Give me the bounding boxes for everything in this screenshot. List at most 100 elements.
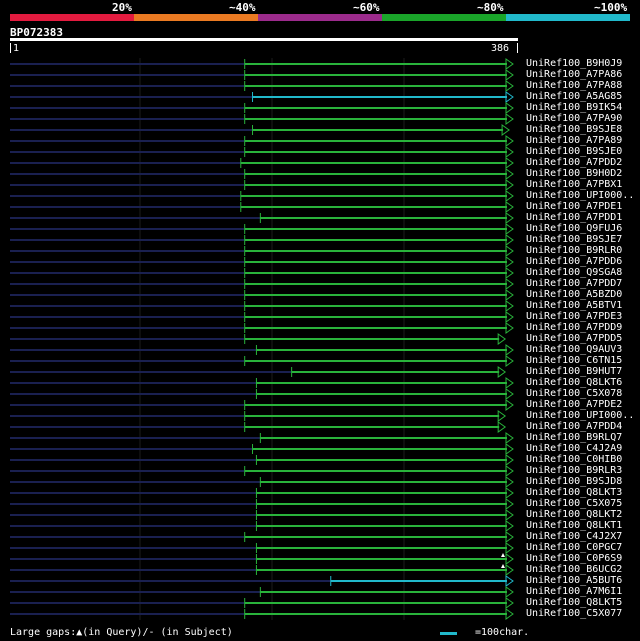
hit-label[interactable]: UniRef100_C5X075 (526, 498, 622, 509)
hit-label[interactable]: UniRef100_A7PDD7 (526, 278, 622, 289)
hit-row[interactable] (10, 377, 514, 389)
hit-row[interactable] (10, 135, 514, 147)
hit-label[interactable]: UniRef100_A5BUT6 (526, 575, 622, 586)
hit-label[interactable]: UniRef100_UPI000.. (526, 410, 634, 421)
hit-row[interactable] (10, 289, 514, 301)
hit-label[interactable]: UniRef100_A7PDD9 (526, 322, 622, 333)
hit-label[interactable]: UniRef100_A7PDE1 (526, 201, 622, 212)
hit-row[interactable] (10, 432, 514, 444)
hit-row[interactable] (10, 58, 514, 70)
hit-label[interactable]: UniRef100_Q9AUV3 (526, 344, 622, 355)
hit-row[interactable] (10, 157, 514, 169)
hit-row[interactable] (10, 410, 507, 422)
hit-label[interactable]: UniRef100_A7PDE3 (526, 311, 622, 322)
hit-row[interactable] (10, 355, 514, 367)
hit-row[interactable] (10, 586, 514, 598)
hit-label[interactable]: UniRef100_A7PDE2 (526, 399, 622, 410)
hit-label[interactable]: UniRef100_A7PA86 (526, 69, 622, 80)
hit-row[interactable] (10, 421, 507, 433)
hit-label[interactable]: UniRef100_A7PA89 (526, 135, 622, 146)
hit-row[interactable] (10, 476, 514, 488)
hit-label[interactable]: UniRef100_B9SJE7 (526, 234, 622, 245)
hit-label[interactable]: UniRef100_A7PA90 (526, 113, 622, 124)
hit-label[interactable]: UniRef100_C5X078 (526, 388, 622, 399)
hit-label[interactable]: UniRef100_B9RLR3 (526, 465, 622, 476)
hit-label[interactable]: UniRef100_B9H0D2 (526, 168, 622, 179)
hit-row[interactable] (10, 201, 514, 213)
hit-row[interactable] (10, 300, 514, 312)
hit-label[interactable]: UniRef100_B9IK54 (526, 102, 622, 113)
hit-row[interactable] (10, 80, 514, 92)
hit-row[interactable] (10, 190, 514, 202)
hit-label[interactable]: UniRef100_A7PDD1 (526, 212, 622, 223)
hit-row[interactable] (10, 399, 514, 411)
hit-label[interactable]: UniRef100_A7M6I1 (526, 586, 622, 597)
hit-label[interactable]: UniRef100_Q8LKT6 (526, 377, 622, 388)
hit-label[interactable]: UniRef100_C5X077 (526, 608, 622, 619)
hit-label[interactable]: UniRef100_B9SJE8 (526, 124, 622, 135)
hit-label[interactable]: UniRef100_B9SJD8 (526, 476, 622, 487)
hit-row[interactable] (10, 91, 514, 103)
hit-row[interactable] (10, 575, 514, 587)
hit-row[interactable] (10, 179, 514, 191)
hit-label[interactable]: UniRef100_Q9SGA8 (526, 267, 622, 278)
hit-label[interactable]: UniRef100_B9HUT7 (526, 366, 622, 377)
hit-row[interactable] (10, 168, 514, 180)
hit-row[interactable] (10, 509, 514, 521)
hit-label[interactable]: UniRef100_A7PA88 (526, 80, 622, 91)
hit-label[interactable]: UniRef100_A7PDD4 (526, 421, 622, 432)
hit-row[interactable] (10, 69, 514, 81)
hit-row[interactable] (10, 520, 514, 532)
hit-row[interactable] (10, 388, 514, 400)
hit-row[interactable] (10, 542, 514, 554)
hit-row[interactable] (10, 102, 514, 114)
hit-label[interactable]: UniRef100_C4J2X7 (526, 531, 622, 542)
hit-label[interactable]: UniRef100_C6TN15 (526, 355, 622, 366)
hit-label[interactable]: UniRef100_B6UCG2 (526, 564, 622, 575)
hit-row[interactable] (10, 256, 514, 268)
hit-row[interactable] (10, 333, 507, 345)
hit-row[interactable] (10, 267, 514, 279)
hit-label[interactable]: UniRef100_A7PDD5 (526, 333, 622, 344)
hit-row[interactable] (10, 245, 514, 257)
hit-label[interactable]: UniRef100_B9RLQ7 (526, 432, 622, 443)
hit-label[interactable]: UniRef100_C4J2A9 (526, 443, 622, 454)
hit-label[interactable]: UniRef100_Q9FUJ6 (526, 223, 622, 234)
hit-row[interactable] (10, 311, 514, 323)
hit-label[interactable]: UniRef100_B9H0J9 (526, 58, 622, 69)
hit-row[interactable] (10, 223, 514, 235)
hit-label[interactable]: UniRef100_A7PBX1 (526, 179, 622, 190)
hit-row[interactable] (10, 234, 514, 246)
hit-row[interactable] (10, 443, 514, 455)
hit-label[interactable]: UniRef100_A5AG85 (526, 91, 622, 102)
hit-label[interactable]: UniRef100_A5BTV1 (526, 300, 622, 311)
hit-row[interactable] (10, 608, 514, 620)
hit-row[interactable] (10, 487, 514, 499)
hit-label[interactable]: UniRef100_UPI000.. (526, 190, 634, 201)
hit-row[interactable] (10, 553, 514, 565)
hit-row[interactable] (10, 531, 514, 543)
hit-label[interactable]: UniRef100_A7PDD6 (526, 256, 622, 267)
hit-label[interactable]: UniRef100_A7PDD2 (526, 157, 622, 168)
hit-label[interactable]: UniRef100_Q8LKT3 (526, 487, 622, 498)
hit-label[interactable]: UniRef100_C0P6S9 (526, 553, 622, 564)
hit-row[interactable] (10, 344, 514, 356)
hit-row[interactable] (10, 113, 514, 125)
hit-row[interactable] (10, 146, 514, 158)
hit-label[interactable]: UniRef100_Q8LKT2 (526, 509, 622, 520)
hit-label[interactable]: UniRef100_Q8LKT1 (526, 520, 622, 531)
hit-label[interactable]: UniRef100_B9RLR0 (526, 245, 622, 256)
hit-row[interactable] (10, 124, 510, 136)
hit-label[interactable]: UniRef100_Q8LKT5 (526, 597, 622, 608)
hit-row[interactable] (10, 465, 514, 477)
hit-row[interactable] (10, 278, 514, 290)
hit-row[interactable] (10, 322, 514, 334)
hit-row[interactable] (10, 564, 514, 576)
hit-row[interactable] (10, 454, 514, 466)
hit-label[interactable]: UniRef100_B9SJE0 (526, 146, 622, 157)
hit-label[interactable]: UniRef100_C0HIB0 (526, 454, 622, 465)
hit-label[interactable]: UniRef100_C0PGC7 (526, 542, 622, 553)
hit-row[interactable] (10, 597, 514, 609)
hit-row[interactable] (10, 366, 507, 378)
hit-label[interactable]: UniRef100_A5BZD0 (526, 289, 622, 300)
